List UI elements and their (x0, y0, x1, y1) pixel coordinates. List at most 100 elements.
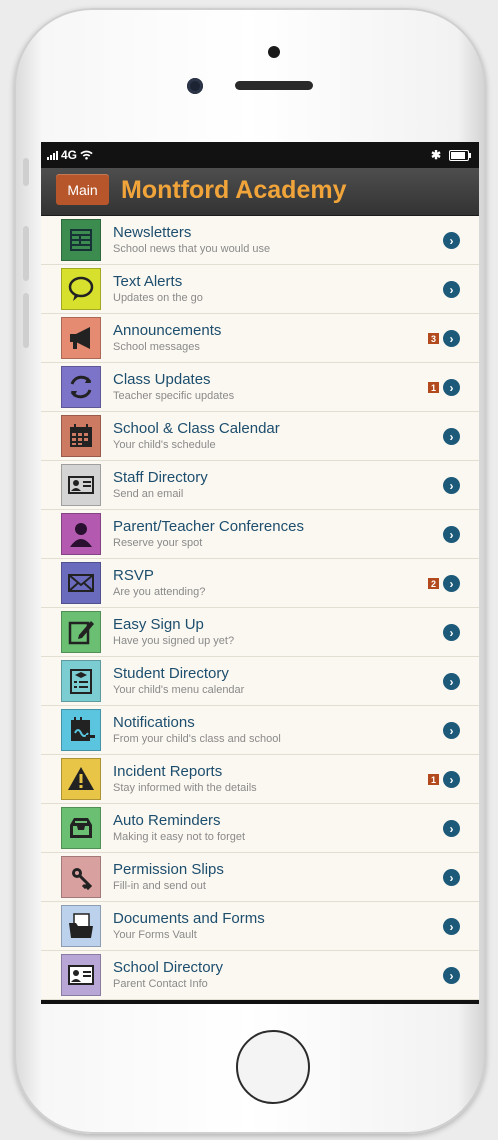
menu-item-title: Notifications (113, 714, 195, 731)
chevron-right-icon[interactable]: › (443, 428, 460, 445)
menu-item-tile (61, 415, 101, 457)
wifi-icon (80, 150, 93, 160)
sensor-dot (268, 46, 280, 58)
menu-item-subtitle: Teacher specific updates (113, 390, 235, 402)
menu-item-tile (61, 856, 101, 898)
menu-item-title: Student Directory (113, 665, 229, 682)
menu-item-subtitle: Stay informed with the details (113, 782, 257, 794)
megaphone-icon (70, 327, 90, 349)
chevron-right-icon[interactable]: › (443, 281, 460, 298)
menu-item-easy-sign-up[interactable]: Easy Sign Up Have you signed up yet? › (41, 608, 479, 657)
menu-item-newsletters[interactable]: Newsletters School news that you would us… (41, 216, 479, 265)
chevron-right-icon[interactable]: › (443, 477, 460, 494)
phone-screen: 4G ✱ Main Montford Academy Newsletters Sc… (41, 142, 479, 1004)
menu-item-permission-slips[interactable]: Permission Slips Fill-in and send out › (41, 853, 479, 902)
chevron-right-icon[interactable]: › (443, 330, 460, 347)
menu-item-title: Text Alerts (113, 273, 183, 290)
chevron-right-icon[interactable]: › (443, 673, 460, 690)
mute-switch (23, 158, 29, 186)
chevron-right-icon[interactable]: › (443, 820, 460, 837)
menu-item-tile (61, 758, 101, 800)
menu-item-subtitle: Reserve your spot (113, 537, 203, 549)
newsletter-icon (70, 229, 92, 251)
chevron-right-icon[interactable]: › (443, 379, 460, 396)
menu-item-subtitle: School news that you would use (113, 243, 271, 255)
menu-item-school-class-calendar[interactable]: School & Class Calendar Your child's sche… (41, 412, 479, 461)
chevron-right-icon[interactable]: › (443, 967, 460, 984)
key-icon (72, 868, 93, 891)
volume-up-button (23, 226, 29, 281)
menu-item-tile (61, 513, 101, 555)
home-button[interactable] (236, 1030, 310, 1104)
menu-item-subtitle: Fill-in and send out (113, 880, 206, 892)
calendar-icon (70, 424, 92, 447)
menu-item-title: Permission Slips (113, 861, 224, 878)
menu-item-title: Easy Sign Up (113, 616, 204, 633)
count-badge: 2 (428, 578, 439, 589)
menu-item-subtitle: Have you signed up yet? (113, 635, 235, 647)
count-badge: 1 (428, 382, 439, 393)
inbox-tray-icon (70, 818, 92, 838)
menu-item-rsvp[interactable]: RSVP Are you attending? 2 › (41, 559, 479, 608)
menu-item-title: Auto Reminders (113, 812, 221, 829)
menu-item-documents-and-forms[interactable]: Documents and Forms Your Forms Vault › (41, 902, 479, 951)
chevron-right-icon[interactable]: › (443, 526, 460, 543)
refresh-icon (70, 375, 92, 399)
count-badge: 3 (428, 333, 439, 344)
chevron-right-icon[interactable]: › (443, 869, 460, 886)
chevron-right-icon[interactable]: › (443, 918, 460, 935)
warning-icon (68, 767, 94, 790)
contact-card-icon (68, 965, 94, 985)
folder-icon (69, 913, 93, 938)
front-camera (187, 78, 203, 94)
chevron-right-icon[interactable]: › (443, 771, 460, 788)
menu-item-tile (61, 611, 101, 653)
carrier-label: 4G (61, 148, 78, 162)
menu-item-title: Parent/Teacher Conferences (113, 518, 304, 535)
chevron-right-icon[interactable]: › (443, 624, 460, 641)
menu-item-tile (61, 709, 101, 751)
menu-item-subtitle: Send an email (113, 488, 184, 500)
menu-item-title: Announcements (113, 322, 222, 339)
menu-item-notifications[interactable]: Notifications From your child's class and… (41, 706, 479, 755)
battery-icon (449, 149, 471, 161)
menu-item-text-alerts[interactable]: Text Alerts Updates on the go › (41, 265, 479, 314)
earpiece-speaker (235, 81, 313, 90)
menu-item-tile (61, 366, 101, 408)
menu-item-staff-directory[interactable]: Staff Directory Send an email › (41, 461, 479, 510)
chevron-right-icon[interactable]: › (443, 232, 460, 249)
student-list-icon (70, 669, 92, 694)
status-bar: 4G ✱ (41, 142, 479, 168)
menu-item-auto-reminders[interactable]: Auto Reminders Making it easy not to forg… (41, 804, 479, 853)
menu-item-subtitle: Your Forms Vault (113, 929, 197, 941)
menu-item-subtitle: Are you attending? (113, 586, 206, 598)
menu-item-title: School Directory (113, 959, 224, 976)
menu-item-school-directory[interactable]: School Directory Parent Contact Info › (41, 951, 479, 1000)
menu-item-tile (61, 317, 101, 359)
signal-icon (47, 150, 58, 160)
menu-item-subtitle: Your child's menu calendar (113, 684, 245, 696)
chevron-right-icon[interactable]: › (443, 575, 460, 592)
app-header: Main Montford Academy (41, 168, 479, 216)
menu-item-parent-teacher-conferences[interactable]: Parent/Teacher Conferences Reserve your s… (41, 510, 479, 559)
bluetooth-icon: ✱ (430, 148, 441, 162)
menu-item-subtitle: From your child's class and school (113, 733, 281, 745)
menu-item-subtitle: Updates on the go (113, 292, 203, 304)
menu-item-title: Documents and Forms (113, 910, 265, 927)
volume-down-button (23, 293, 29, 348)
edit-icon (68, 621, 94, 645)
main-button[interactable]: Main (56, 174, 109, 205)
app-title: Montford Academy (121, 176, 347, 204)
menu-item-title: Class Updates (113, 371, 211, 388)
menu-item-incident-reports[interactable]: Incident Reports Stay informed with the d… (41, 755, 479, 804)
menu-item-announcements[interactable]: Announcements School messages 3 › (41, 314, 479, 363)
menu-item-class-updates[interactable]: Class Updates Teacher specific updates 1 › (41, 363, 479, 412)
menu-item-student-directory[interactable]: Student Directory Your child's menu calen… (41, 657, 479, 706)
menu-item-tile (61, 562, 101, 604)
chevron-right-icon[interactable]: › (443, 722, 460, 739)
menu-item-subtitle: Making it easy not to forget (113, 831, 246, 843)
id-card-icon (68, 476, 94, 494)
menu-item-subtitle: Your child's schedule (113, 439, 216, 451)
menu-item-tile (61, 905, 101, 947)
notepad-icon (71, 717, 95, 741)
